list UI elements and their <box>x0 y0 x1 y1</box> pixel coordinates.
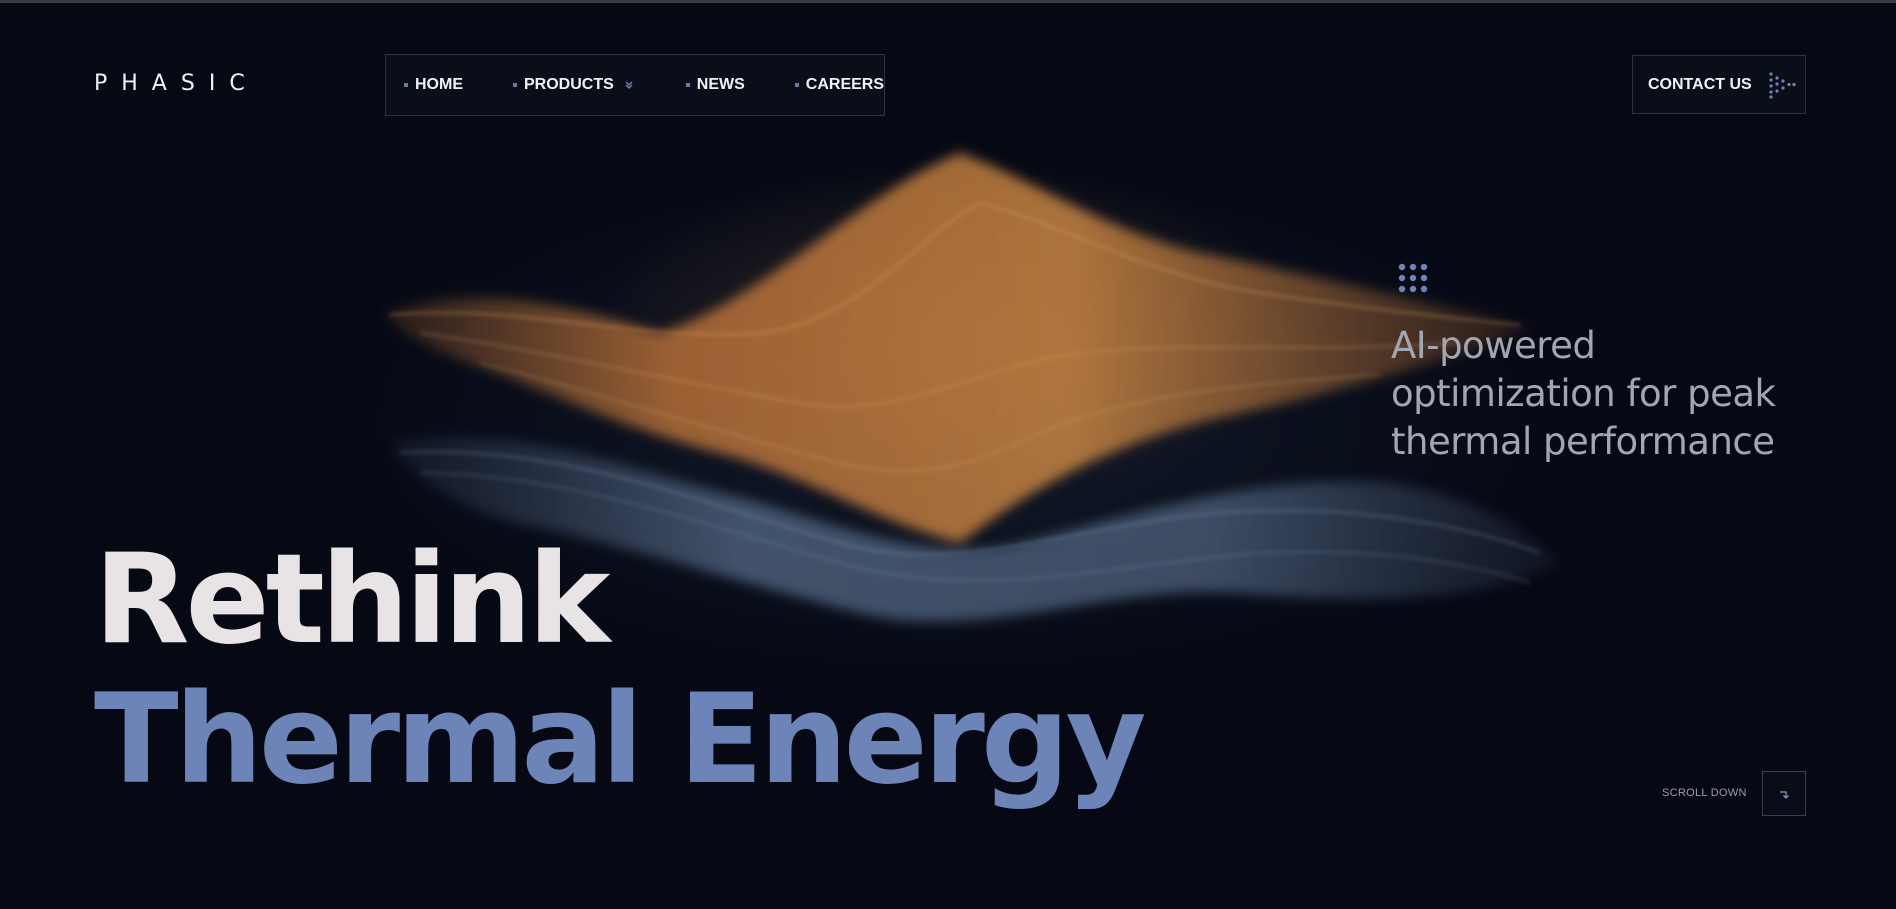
hero-headline-line1: Rethink <box>94 528 610 672</box>
arrow-dots-icon <box>1769 71 1796 99</box>
nav-item-home[interactable]: HOME <box>404 55 463 115</box>
tagline-line: thermal performance <box>1391 420 1775 463</box>
hero-tagline: AI-powered optimization for peak thermal… <box>1391 322 1851 466</box>
scroll-down-button[interactable] <box>1762 771 1806 816</box>
tagline-line: AI-powered <box>1391 324 1596 367</box>
tagline-line: optimization for peak <box>1391 372 1776 415</box>
arrow-down-right-icon <box>1780 790 1789 799</box>
nav-bullet-icon <box>685 83 690 87</box>
nav-item-products[interactable]: PRODUCTS <box>513 55 634 115</box>
nav-item-careers[interactable]: CAREERS <box>794 55 885 115</box>
nav-item-label: HOME <box>415 76 463 93</box>
nav-item-label: PRODUCTS <box>524 76 614 93</box>
hero-headline-line2: Thermal Energy <box>94 668 1146 812</box>
nav-item-news[interactable]: NEWS <box>685 55 745 115</box>
nav-bullet-icon <box>513 83 517 87</box>
dots-grid-icon <box>1398 263 1428 293</box>
scroll-down-label: SCROLL DOWN <box>1662 787 1747 799</box>
chevron-down-icon <box>625 81 633 89</box>
phasic-logo[interactable]: PHASIC <box>94 70 259 96</box>
nav-bullet-icon <box>404 83 408 87</box>
logo-text: PHASIC <box>94 70 259 96</box>
nav-item-label: CAREERS <box>805 76 885 93</box>
nav-item-label: NEWS <box>696 76 745 93</box>
nav-bullet-icon <box>794 83 799 87</box>
contact-us-button[interactable]: CONTACT US <box>1632 55 1806 114</box>
main-nav: HOME PRODUCTS NEWS CAREERS <box>385 54 885 116</box>
contact-label: CONTACT US <box>1648 75 1752 93</box>
